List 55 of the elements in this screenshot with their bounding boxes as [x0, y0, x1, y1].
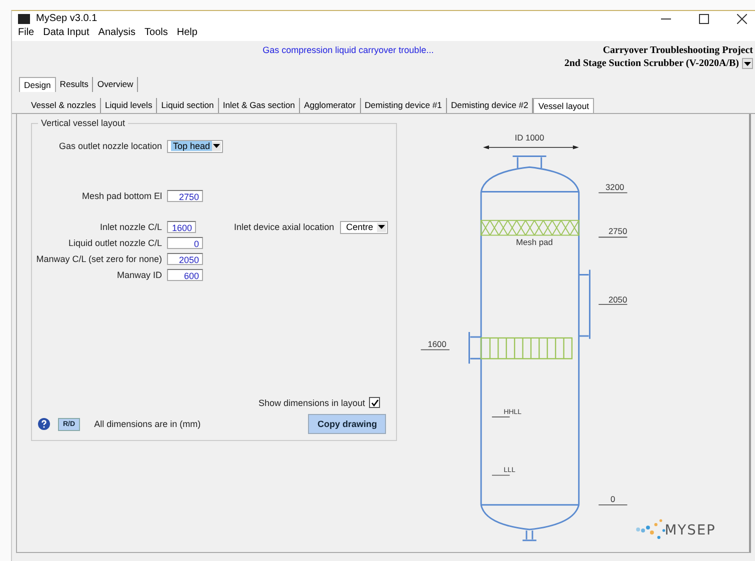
field-label: Gas outlet nozzle location — [58, 141, 162, 151]
mesh-pad-label: Mesh pad — [516, 237, 554, 248]
caret-icon — [213, 144, 220, 148]
dropdown-button[interactable] — [742, 58, 753, 69]
checkbox-label: Show dimensions in layout — [258, 398, 365, 408]
input-field[interactable]: 2050 — [167, 253, 203, 265]
menu-item[interactable]: Analysis — [98, 27, 136, 38]
copy-drawing-button[interactable]: Copy drawing — [308, 414, 386, 434]
input-field[interactable]: 1600 — [167, 221, 196, 233]
elevation-label: 1600 — [428, 338, 447, 349]
tab[interactable]: Inlet & Gas section — [218, 98, 300, 113]
tab[interactable]: Demisting device #1 — [360, 98, 447, 113]
units-note: All dimensions are in (mm) — [94, 419, 201, 429]
unit-name: 2nd Stage Suction Scrubber (V-2020A/B) — [564, 58, 739, 69]
logo-icon — [636, 519, 666, 539]
menu-item[interactable]: File — [18, 27, 34, 38]
menu-item[interactable]: Help — [176, 27, 198, 38]
window-title: MySep v3.0.1 — [36, 13, 98, 24]
menu-item[interactable]: Tools — [144, 27, 168, 38]
tab[interactable]: Agglomerator — [300, 98, 361, 113]
input-field[interactable]: 600 — [167, 269, 203, 281]
tab[interactable]: Liquid levels — [100, 98, 158, 113]
caret-icon — [378, 225, 385, 229]
elevation-label: 3200 — [606, 182, 624, 192]
tab[interactable]: Design — [19, 77, 56, 92]
caret-icon — [744, 62, 751, 66]
group-title: Vertical vessel layout — [38, 118, 128, 128]
input-field[interactable]: 0 — [167, 237, 203, 249]
close-icon[interactable] — [737, 14, 747, 24]
maximize-icon[interactable] — [699, 14, 709, 24]
dropdown[interactable]: Centre — [340, 220, 388, 234]
tab[interactable]: Overview — [93, 77, 138, 92]
elevation-label: 2050 — [608, 294, 628, 304]
logo-text: MYSEP — [665, 522, 716, 538]
project-title: Carryover Troubleshooting Project — [602, 45, 753, 56]
tab[interactable]: Vessel & nozzles — [27, 98, 101, 113]
menu-item[interactable]: Data Input — [43, 27, 90, 38]
elevation-label: 0 — [610, 494, 616, 504]
elevation-label: 2750 — [608, 226, 628, 236]
dropdown[interactable]: Top head — [167, 140, 223, 152]
tab[interactable]: Vessel layout — [533, 98, 594, 113]
input-field[interactable]: 2750 — [167, 190, 203, 202]
field-label: Inlet device axial location — [234, 222, 334, 232]
status-message: Gas compression liquid carryover trouble... — [262, 45, 435, 57]
tab[interactable]: Liquid section — [157, 98, 219, 113]
field-label: Mesh pad bottom El — [80, 191, 162, 201]
field-label: Liquid outlet nozzle C/L — [67, 238, 162, 248]
field-label: Manway ID — [116, 270, 162, 280]
tab[interactable]: Results — [56, 77, 94, 92]
checkbox[interactable] — [369, 397, 380, 408]
diameter-label: ID 1000 — [515, 132, 544, 142]
app-icon — [18, 14, 30, 24]
field-label: Inlet nozzle C/L — [98, 222, 162, 232]
field-label: Manway C/L (set zero for none) — [36, 254, 162, 264]
help-icon[interactable] — [38, 418, 50, 430]
